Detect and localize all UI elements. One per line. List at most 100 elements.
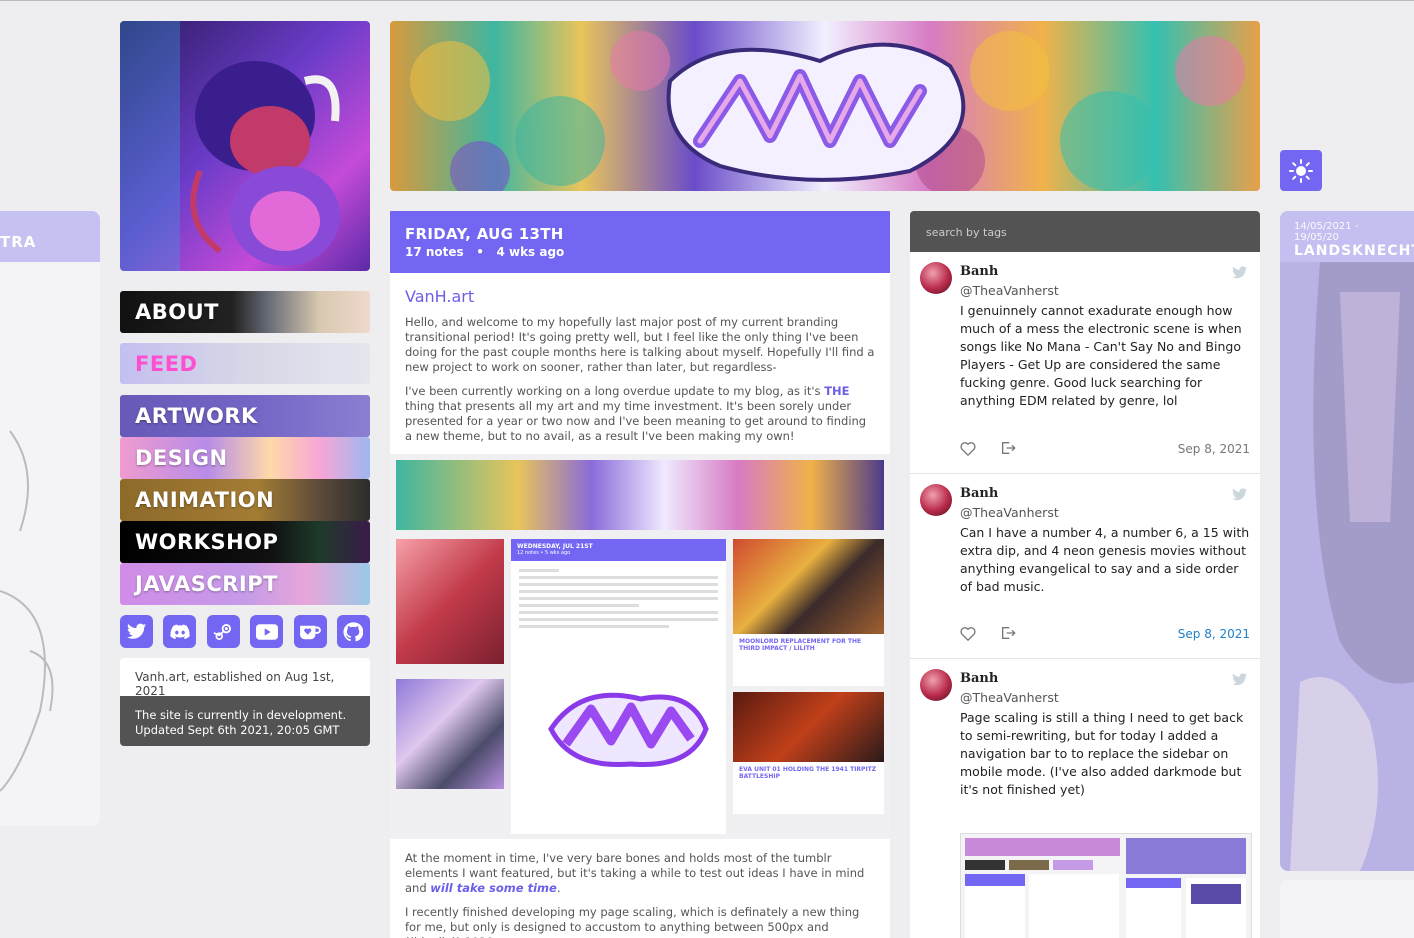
- nav-javascript[interactable]: JAVASCRIPT: [120, 563, 370, 605]
- nav-design[interactable]: DESIGN: [120, 437, 370, 479]
- discord-icon[interactable]: [163, 615, 197, 648]
- shot-logo: [548, 692, 709, 768]
- shot-post-header: WEDNESDAY, JUL 21ST 12 notes • 5 wks ago: [511, 539, 726, 561]
- post-notes[interactable]: 17 notes: [405, 245, 464, 259]
- share-icon[interactable]: [1000, 625, 1016, 641]
- post-paragraph-1: Hello, and welcome to my hopefully last …: [405, 315, 875, 374]
- shot-artwork-2: [733, 692, 884, 762]
- shot-line: [519, 625, 669, 628]
- tweet-handle[interactable]: @TheaVanherst: [960, 283, 1059, 298]
- shot-r2-title: EVA UNIT 01 HOLDING THE 1941 TIRPITZ BAT…: [739, 766, 877, 780]
- next-post-title: LANDSKNECHT: [1294, 243, 1414, 259]
- shot-post: WEDNESDAY, JUL 21ST 12 notes • 5 wks ago: [511, 539, 726, 834]
- nav-workshop-label: WORKSHOP: [135, 530, 279, 554]
- shot-post-date: WEDNESDAY, JUL 21ST: [517, 543, 593, 550]
- tweet-avatar[interactable]: [920, 669, 952, 701]
- tweet-handle[interactable]: @TheaVanherst: [960, 505, 1059, 520]
- shot-line: [519, 569, 559, 572]
- tweet-avatar[interactable]: [920, 484, 952, 516]
- sketch-illustration: [0, 430, 54, 792]
- next-post-card[interactable]: 14/05/2021 - 19/05/20 LANDSKNECHT: [1280, 211, 1414, 871]
- tweet-date[interactable]: Sep 8, 2021: [1178, 627, 1250, 641]
- shot-line: [519, 618, 718, 621]
- nav-javascript-label: JAVASCRIPT: [135, 572, 278, 596]
- sun-icon: [1289, 158, 1313, 183]
- shot-r1-title: MOONLORD REPLACEMENT FOR THE THIRD IMPAC…: [739, 638, 862, 652]
- nav-feed-label: FEED: [135, 352, 198, 376]
- shot-post-sub: 12 notes • 5 wks ago: [517, 550, 571, 556]
- nav-workshop[interactable]: WORKSHOP: [120, 521, 370, 563]
- nav-animation[interactable]: ANIMATION: [120, 479, 370, 521]
- nav-feed[interactable]: FEED: [120, 343, 370, 384]
- dev-status-line1: The site is currently in development.: [135, 708, 347, 722]
- twitter-feed: Banh @TheaVanherst I genuinnely cannot e…: [910, 252, 1260, 938]
- p2-text-a: I've been currently working on a long ov…: [405, 384, 825, 398]
- tweet-date[interactable]: Sep 8, 2021: [1178, 442, 1250, 456]
- shot-artwork-2-caption: EVA UNIT 01 HOLDING THE 1941 TIRPITZ BAT…: [733, 762, 884, 814]
- tweet-image[interactable]: [960, 833, 1252, 938]
- blog-post: FRIDAY, AUG 13TH 17 notes • 4 wks ago Va…: [390, 211, 890, 938]
- established-text: Vanh.art, established on Aug 1st, 2021: [120, 658, 370, 698]
- tweet-handle[interactable]: @TheaVanherst: [960, 690, 1059, 705]
- shot-line: [519, 590, 718, 593]
- tweet[interactable]: Banh @TheaVanherst Can I have a number 4…: [910, 474, 1260, 659]
- tweet-author[interactable]: Banh: [960, 671, 998, 686]
- shot-avatar: [396, 539, 504, 664]
- dev-status-line2: Updated Sept 6th 2021, 20:05 GMT: [135, 723, 340, 737]
- social-links: [120, 615, 370, 648]
- theme-toggle-button[interactable]: [1280, 150, 1322, 191]
- nav-artwork[interactable]: ARTWORK: [120, 395, 370, 437]
- artwork-thumbnail: [1290, 262, 1414, 871]
- post-meta: 17 notes • 4 wks ago: [405, 245, 875, 259]
- twitter-bird-icon[interactable]: [1232, 488, 1248, 501]
- shot-gallery: [396, 679, 504, 789]
- tweet-author[interactable]: Banh: [960, 264, 998, 279]
- shot-artwork-1: [733, 539, 884, 634]
- shot-line: [519, 611, 718, 614]
- share-icon[interactable]: [1000, 440, 1016, 456]
- meta-separator: •: [467, 245, 493, 259]
- steam-icon[interactable]: [206, 615, 240, 648]
- shot-banner: [396, 460, 884, 530]
- nav-about-label: ABOUT: [135, 300, 219, 324]
- next-post-card-2[interactable]: [1280, 880, 1414, 938]
- top-border: [0, 0, 1414, 1]
- post-screenshot-image: WEDNESDAY, JUL 21ST 12 notes • 5 wks ago…: [390, 454, 890, 839]
- header-banner: [390, 21, 1260, 191]
- nav-design-label: DESIGN: [135, 446, 228, 470]
- shot-line: [519, 583, 718, 586]
- tweet-text: Page scaling is still a thing I need to …: [960, 710, 1244, 797]
- twitter-icon[interactable]: [120, 615, 153, 648]
- twitter-bird-icon[interactable]: [1232, 673, 1248, 686]
- tweet[interactable]: Banh @TheaVanherst I genuinnely cannot e…: [910, 252, 1260, 474]
- tag-search-input[interactable]: search by tags: [910, 211, 1260, 252]
- tweet-text: I genuinnely cannot exadurate enough how…: [960, 303, 1242, 408]
- post-header: FRIDAY, AUG 13TH 17 notes • 4 wks ago: [390, 211, 890, 273]
- prev-post-card[interactable]: TRA: [0, 211, 100, 826]
- tweet-text: Can I have a number 4, a number 6, a 15 …: [960, 525, 1250, 594]
- dev-status-box: The site is currently in development. Up…: [120, 696, 370, 746]
- post-title[interactable]: VanH.art: [405, 287, 875, 306]
- tweet[interactable]: Banh @TheaVanherst Page scaling is still…: [910, 659, 1260, 938]
- shot-artwork-1-caption: MOONLORD REPLACEMENT FOR THE THIRD IMPAC…: [733, 634, 884, 686]
- tweet-avatar[interactable]: [920, 262, 952, 294]
- github-icon[interactable]: [336, 615, 370, 648]
- p3-text-b: .: [556, 881, 561, 895]
- twitter-bird-icon[interactable]: [1232, 266, 1248, 279]
- post-paragraph-4: I recently finished developing my page s…: [405, 905, 860, 938]
- p3-link[interactable]: will take some time: [430, 881, 557, 895]
- nav-animation-label: ANIMATION: [135, 488, 275, 512]
- tweet-author[interactable]: Banh: [960, 486, 998, 501]
- shot-line: [519, 604, 639, 607]
- shot-line: [519, 597, 718, 600]
- like-icon[interactable]: [960, 441, 976, 456]
- youtube-icon[interactable]: [250, 615, 284, 648]
- next-post-date: 14/05/2021 - 19/05/20: [1294, 221, 1359, 243]
- kofi-icon[interactable]: [293, 615, 327, 648]
- like-icon[interactable]: [960, 626, 976, 641]
- post-paragraph-3: At the moment in time, I've very bare bo…: [405, 851, 875, 896]
- nav-about[interactable]: ABOUT: [120, 291, 370, 333]
- post-time-ago: 4 wks ago: [496, 245, 565, 259]
- post-paragraph-2: I've been currently working on a long ov…: [405, 384, 875, 444]
- nav-artwork-label: ARTWORK: [135, 404, 258, 428]
